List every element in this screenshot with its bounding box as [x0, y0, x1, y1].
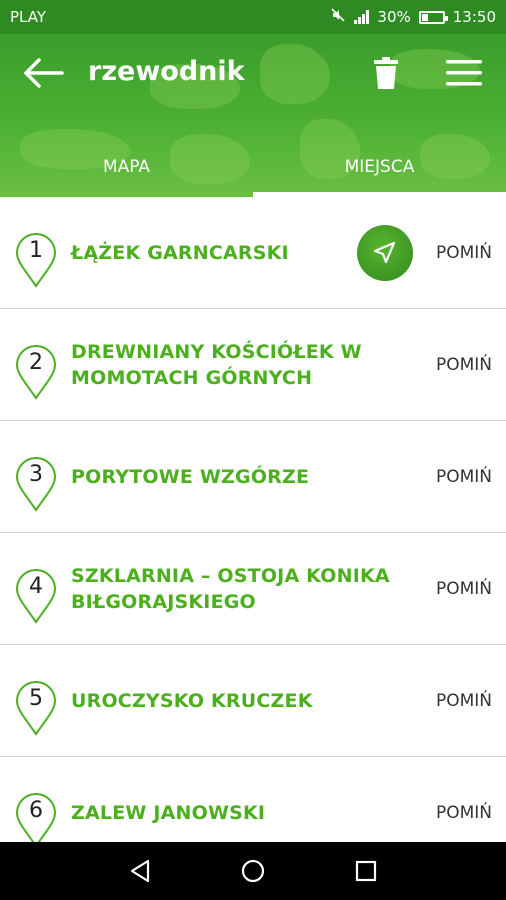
place-number: 1	[29, 238, 43, 263]
skip-button[interactable]: POMIŃ	[436, 757, 492, 842]
tab-mapa[interactable]: MAPA	[0, 136, 253, 197]
toolbar	[0, 34, 506, 114]
skip-button[interactable]: POMIŃ	[436, 645, 492, 757]
list-item[interactable]: 5 UROCZYSKO KRUCZEK POMIŃ	[0, 645, 506, 757]
menu-icon	[446, 60, 482, 86]
trash-icon	[374, 57, 398, 89]
place-number: 5	[29, 686, 43, 711]
place-name[interactable]: PORYTOWE WZGÓRZE	[71, 421, 391, 533]
status-bar: PLAY 30% 13:50	[0, 0, 506, 34]
home-circle-icon	[241, 859, 265, 883]
place-name[interactable]: DREWNIANY KOŚCIÓŁEK W MOMOTACH GÓRNYCH	[71, 309, 391, 421]
skip-button[interactable]: POMIŃ	[436, 421, 492, 533]
status-icons: 30% 13:50	[330, 7, 496, 27]
app-bar: rzewodnik MAPA MIEJSCA	[0, 34, 506, 197]
battery-percent: 30%	[377, 8, 411, 26]
carrier-name: PLAY	[10, 8, 47, 26]
map-pin-icon: 3	[14, 455, 58, 513]
page-title: rzewodnik	[88, 56, 245, 87]
list-item[interactable]: 3 PORYTOWE WZGÓRZE POMIŃ	[0, 421, 506, 533]
battery-icon	[418, 10, 448, 24]
tab-bar: MAPA MIEJSCA	[0, 136, 506, 197]
back-triangle-icon	[130, 859, 150, 883]
map-pin-icon: 5	[14, 679, 58, 737]
list-item[interactable]: 6 ZALEW JANOWSKI POMIŃ	[0, 757, 506, 842]
skip-button[interactable]: POMIŃ	[436, 309, 492, 421]
navigate-button[interactable]	[357, 225, 413, 281]
place-number: 2	[29, 350, 43, 375]
back-arrow-icon	[24, 58, 64, 88]
map-pin-icon: 1	[14, 231, 58, 289]
place-number: 3	[29, 462, 43, 487]
place-number: 6	[29, 798, 43, 823]
skip-button[interactable]: POMIŃ	[436, 197, 492, 309]
place-name[interactable]: UROCZYSKO KRUCZEK	[71, 645, 391, 757]
places-list[interactable]: 1 ŁĄŻEK GARNCARSKI POMIŃ 2 DREWNIANY KOŚ…	[0, 197, 506, 842]
place-name[interactable]: ŁĄŻEK GARNCARSKI	[71, 197, 391, 309]
clock: 13:50	[452, 8, 496, 26]
nav-home-button[interactable]	[238, 856, 268, 886]
place-number: 4	[29, 574, 43, 599]
system-nav-bar	[0, 842, 506, 900]
place-name[interactable]: ZALEW JANOWSKI	[71, 757, 391, 842]
nav-back-button[interactable]	[126, 856, 156, 886]
navigation-arrow-icon	[373, 241, 396, 264]
skip-button[interactable]: POMIŃ	[436, 533, 492, 645]
tab-label: MAPA	[102, 156, 151, 177]
place-name[interactable]: SZKLARNIA – OSTOJA KONIKA BIŁGORAJSKIEGO	[71, 533, 391, 645]
mute-icon	[330, 7, 346, 27]
list-item[interactable]: 2 DREWNIANY KOŚCIÓŁEK W MOMOTACH GÓRNYCH…	[0, 309, 506, 421]
back-button[interactable]	[22, 56, 64, 90]
list-item[interactable]: 1 ŁĄŻEK GARNCARSKI POMIŃ	[0, 197, 506, 309]
map-pin-icon: 4	[14, 567, 58, 625]
map-pin-icon: 2	[14, 343, 58, 401]
menu-button[interactable]	[444, 58, 484, 88]
tab-miejsca[interactable]: MIEJSCA	[253, 136, 506, 197]
signal-icon	[354, 10, 370, 24]
nav-recents-button[interactable]	[351, 856, 381, 886]
delete-button[interactable]	[372, 56, 400, 90]
tab-label: MIEJSCA	[344, 156, 415, 177]
list-item[interactable]: 4 SZKLARNIA – OSTOJA KONIKA BIŁGORAJSKIE…	[0, 533, 506, 645]
map-pin-icon: 6	[14, 791, 58, 842]
recents-square-icon	[355, 860, 377, 882]
